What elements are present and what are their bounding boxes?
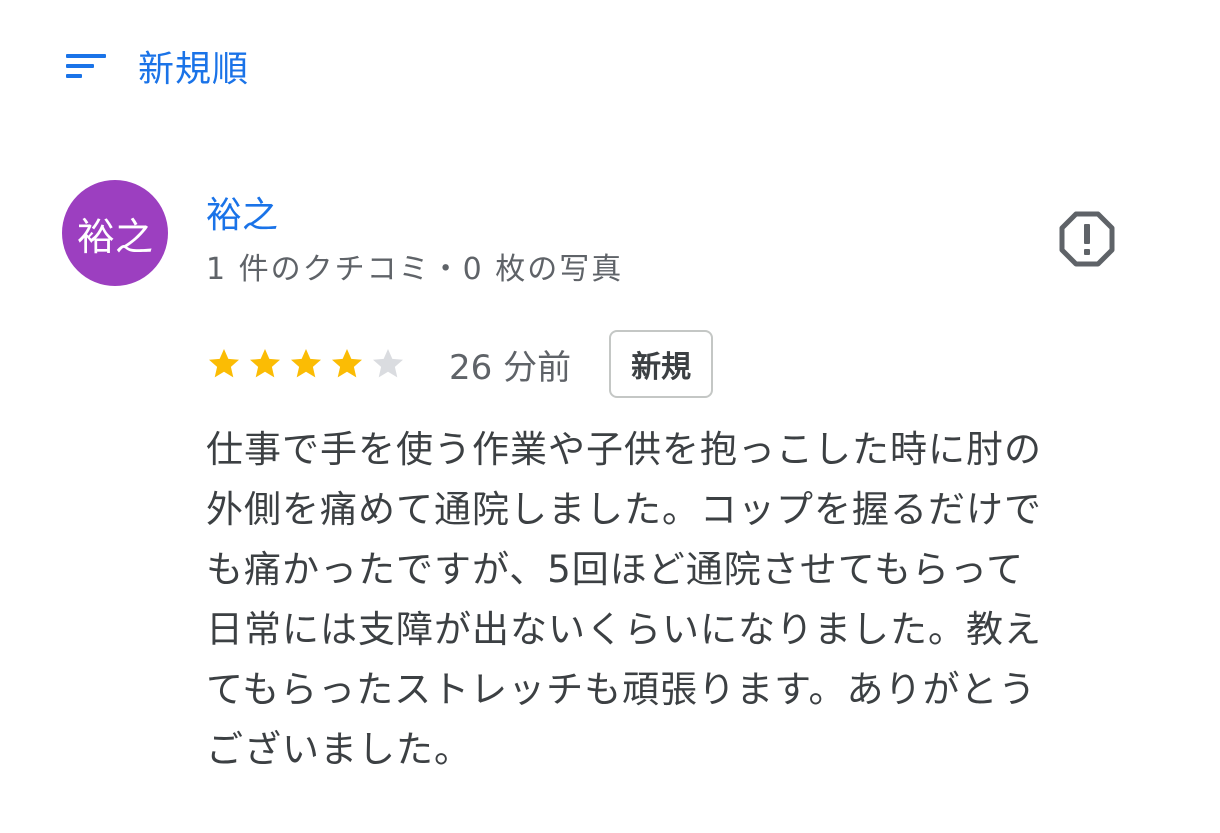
avatar[interactable]: 裕之 xyxy=(62,180,168,286)
rating-row: 26 分前 新規 xyxy=(206,328,714,400)
review-text-line: も痛かったですが、5回ほど通院させてもらって xyxy=(206,548,1025,591)
star-empty-icon xyxy=(373,349,403,378)
star-filled-icon xyxy=(291,349,321,378)
sort-lines-icon xyxy=(66,54,106,78)
sort-label: 新規順 xyxy=(138,49,250,90)
review-text-line: ございました。 xyxy=(206,728,472,771)
review-text-line: 日常には支障が出ないくらいになりました。教え xyxy=(206,608,1042,651)
review-text-line: てもらったストレッチも頑張ります。ありがとう xyxy=(206,668,1037,711)
report-octagon-icon[interactable] xyxy=(1058,210,1116,268)
star-filled-icon xyxy=(332,349,362,378)
star-rating xyxy=(206,346,411,382)
review-text-line: 外側を痛めて通院しました。コップを握るだけで xyxy=(206,488,1042,531)
author-name[interactable]: 裕之 xyxy=(206,186,278,238)
reviews-page: 新規順 裕之 裕之 1 件のクチコミ・0 枚の写真 26 分前 新規 仕事で手を… xyxy=(0,0,1220,833)
author-meta: 1 件のクチコミ・0 枚の写真 xyxy=(206,252,624,287)
new-badge: 新規 xyxy=(609,330,714,398)
star-filled-icon xyxy=(209,349,239,378)
sort-button[interactable]: 新規順 xyxy=(64,38,249,94)
review-text: 仕事で手を使う作業や子供を抱っこした時に肘の 外側を痛めて通院しました。コップを握… xyxy=(206,420,1156,780)
star-filled-icon xyxy=(250,349,280,378)
review-time: 26 分前 xyxy=(449,347,572,388)
review-text-line: 仕事で手を使う作業や子供を抱っこした時に肘の xyxy=(206,428,1042,471)
